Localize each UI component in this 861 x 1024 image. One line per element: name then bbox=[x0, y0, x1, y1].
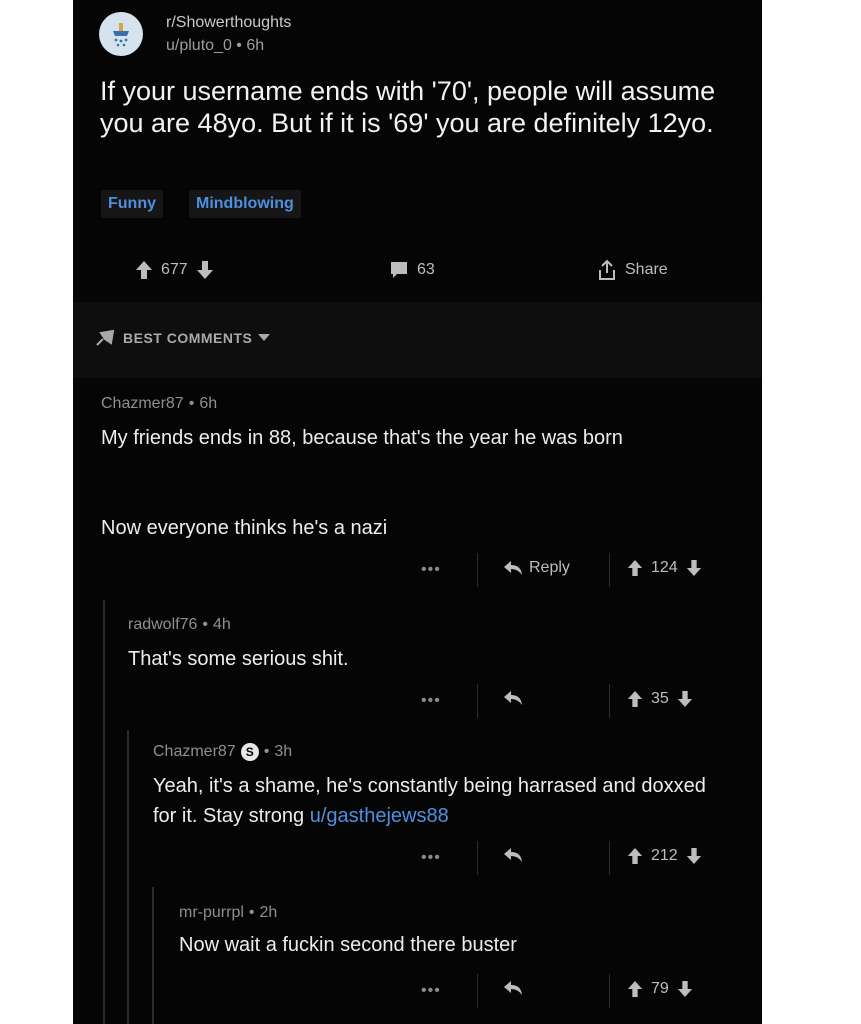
comment-body: That's some serious shit. bbox=[128, 648, 349, 670]
thread-line bbox=[103, 600, 105, 1024]
comment-author[interactable]: Chazmer87 bbox=[153, 743, 236, 761]
comment: Chazmer87 • 6h My friends ends in 88, be… bbox=[101, 395, 741, 595]
down-arrow-icon[interactable] bbox=[686, 559, 702, 577]
comment-score: 35 bbox=[651, 690, 669, 707]
comment-age: 6h bbox=[199, 395, 218, 412]
comment-vote-group: 124 bbox=[627, 559, 702, 577]
comment-actions: ••• Reply 124 bbox=[101, 553, 741, 587]
down-arrow-icon[interactable] bbox=[196, 260, 214, 280]
divider bbox=[477, 974, 478, 1008]
reply-arrow-icon bbox=[504, 848, 522, 862]
post-vote-group: 677 bbox=[135, 252, 214, 288]
more-options-button[interactable]: ••• bbox=[421, 561, 441, 579]
comment-score: 124 bbox=[651, 559, 678, 576]
meta-separator: • bbox=[202, 616, 208, 633]
comment-meta: radwolf76 • 4h bbox=[128, 616, 231, 634]
post-title[interactable]: If your username ends with '70', people … bbox=[100, 75, 720, 139]
comment: mr-purrpl • 2h Now wait a fuckin second … bbox=[179, 904, 741, 1014]
comment-body: My friends ends in 88, because that's th… bbox=[101, 427, 623, 449]
speech-bubble-icon bbox=[391, 262, 407, 278]
meta-separator: • bbox=[236, 37, 242, 54]
post-actions: 677 63 Share bbox=[73, 252, 762, 288]
reply-arrow-icon bbox=[504, 561, 522, 575]
reply-label: Reply bbox=[529, 559, 570, 576]
divider bbox=[609, 841, 610, 875]
post-age: 6h bbox=[246, 37, 265, 54]
comment-vote-group: 79 bbox=[627, 980, 693, 998]
post-author[interactable]: u/pluto_0 bbox=[166, 37, 232, 54]
comment-author[interactable]: Chazmer87 bbox=[101, 395, 184, 413]
more-options-button[interactable]: ••• bbox=[421, 692, 441, 710]
comment-age: 4h bbox=[212, 616, 231, 633]
comment-score: 79 bbox=[651, 980, 669, 997]
reply-button[interactable] bbox=[503, 847, 523, 863]
up-arrow-icon[interactable] bbox=[627, 690, 643, 708]
shower-icon bbox=[113, 23, 129, 47]
thread-line bbox=[152, 887, 154, 1024]
thread-line bbox=[127, 730, 129, 1024]
flair-funny[interactable]: Funny bbox=[101, 190, 163, 218]
submitter-badge: S bbox=[240, 743, 259, 761]
comment-meta: Chazmer87 S • 3h bbox=[153, 743, 292, 761]
comment-count: 63 bbox=[417, 261, 435, 278]
reply-button[interactable]: Reply bbox=[503, 559, 570, 577]
comment: radwolf76 • 4h That's some serious shit.… bbox=[128, 616, 741, 726]
reply-button[interactable] bbox=[503, 690, 523, 706]
divider bbox=[609, 553, 610, 587]
divider bbox=[477, 684, 478, 718]
down-arrow-icon[interactable] bbox=[686, 847, 702, 865]
comment-sort-bar: BEST COMMENTS bbox=[73, 302, 762, 378]
meta-separator: • bbox=[188, 395, 195, 412]
post-header: r/Showerthoughts u/pluto_0 • 6h bbox=[99, 6, 599, 60]
comment-age: 3h bbox=[274, 743, 293, 760]
comment-score: 212 bbox=[651, 847, 678, 864]
comment-age: 2h bbox=[259, 904, 278, 921]
reply-arrow-icon bbox=[504, 981, 522, 995]
divider bbox=[477, 841, 478, 875]
flair-mindblowing[interactable]: Mindblowing bbox=[189, 190, 301, 218]
comment-actions: ••• 212 bbox=[153, 841, 741, 875]
down-arrow-icon[interactable] bbox=[677, 690, 693, 708]
comment-actions: ••• 79 bbox=[179, 974, 741, 1008]
comment-meta: Chazmer87 • 6h bbox=[101, 395, 217, 413]
more-options-button[interactable]: ••• bbox=[421, 982, 441, 1000]
comment-body: Now everyone thinks he's a nazi bbox=[101, 517, 388, 539]
app-screen: r/Showerthoughts u/pluto_0 • 6h If your … bbox=[73, 0, 762, 1024]
comment-author[interactable]: mr-purrpl bbox=[179, 904, 244, 922]
user-link[interactable]: u/gasthejews88 bbox=[310, 805, 449, 827]
more-options-button[interactable]: ••• bbox=[421, 849, 441, 867]
up-arrow-icon[interactable] bbox=[627, 559, 643, 577]
comment-actions: ••• 35 bbox=[128, 684, 741, 718]
comment-vote-group: 35 bbox=[627, 690, 693, 708]
sort-dropdown[interactable]: BEST COMMENTS bbox=[95, 329, 271, 347]
up-arrow-icon[interactable] bbox=[627, 980, 643, 998]
post-meta: u/pluto_0 • 6h bbox=[166, 37, 264, 55]
subreddit-name[interactable]: r/Showerthoughts bbox=[166, 14, 291, 32]
divider bbox=[477, 553, 478, 587]
reply-arrow-icon bbox=[504, 691, 522, 705]
meta-separator: • bbox=[248, 904, 255, 921]
divider bbox=[609, 684, 610, 718]
divider bbox=[609, 974, 610, 1008]
comment-body: Yeah, it's a shame, he's constantly bein… bbox=[153, 771, 733, 831]
caret-down-icon bbox=[258, 334, 271, 341]
comment-body: Now wait a fuckin second there buster bbox=[179, 934, 517, 956]
share-label: Share bbox=[625, 261, 668, 278]
down-arrow-icon[interactable] bbox=[677, 980, 693, 998]
meta-separator: • bbox=[263, 743, 270, 760]
up-arrow-icon[interactable] bbox=[627, 847, 643, 865]
rocket-icon bbox=[96, 329, 115, 346]
reply-button[interactable] bbox=[503, 980, 523, 996]
up-arrow-icon[interactable] bbox=[135, 260, 153, 280]
post-score: 677 bbox=[161, 261, 188, 278]
comment-vote-group: 212 bbox=[627, 847, 702, 865]
share-button[interactable]: Share bbox=[597, 252, 668, 288]
comment-author[interactable]: radwolf76 bbox=[128, 616, 197, 634]
sort-label: BEST COMMENTS bbox=[123, 330, 253, 346]
comment: Chazmer87 S • 3h Yeah, it's a shame, he'… bbox=[153, 743, 741, 883]
comment-meta: mr-purrpl • 2h bbox=[179, 904, 277, 922]
subreddit-avatar[interactable] bbox=[99, 12, 143, 56]
share-icon bbox=[599, 259, 615, 280]
comments-button[interactable]: 63 bbox=[389, 252, 435, 288]
